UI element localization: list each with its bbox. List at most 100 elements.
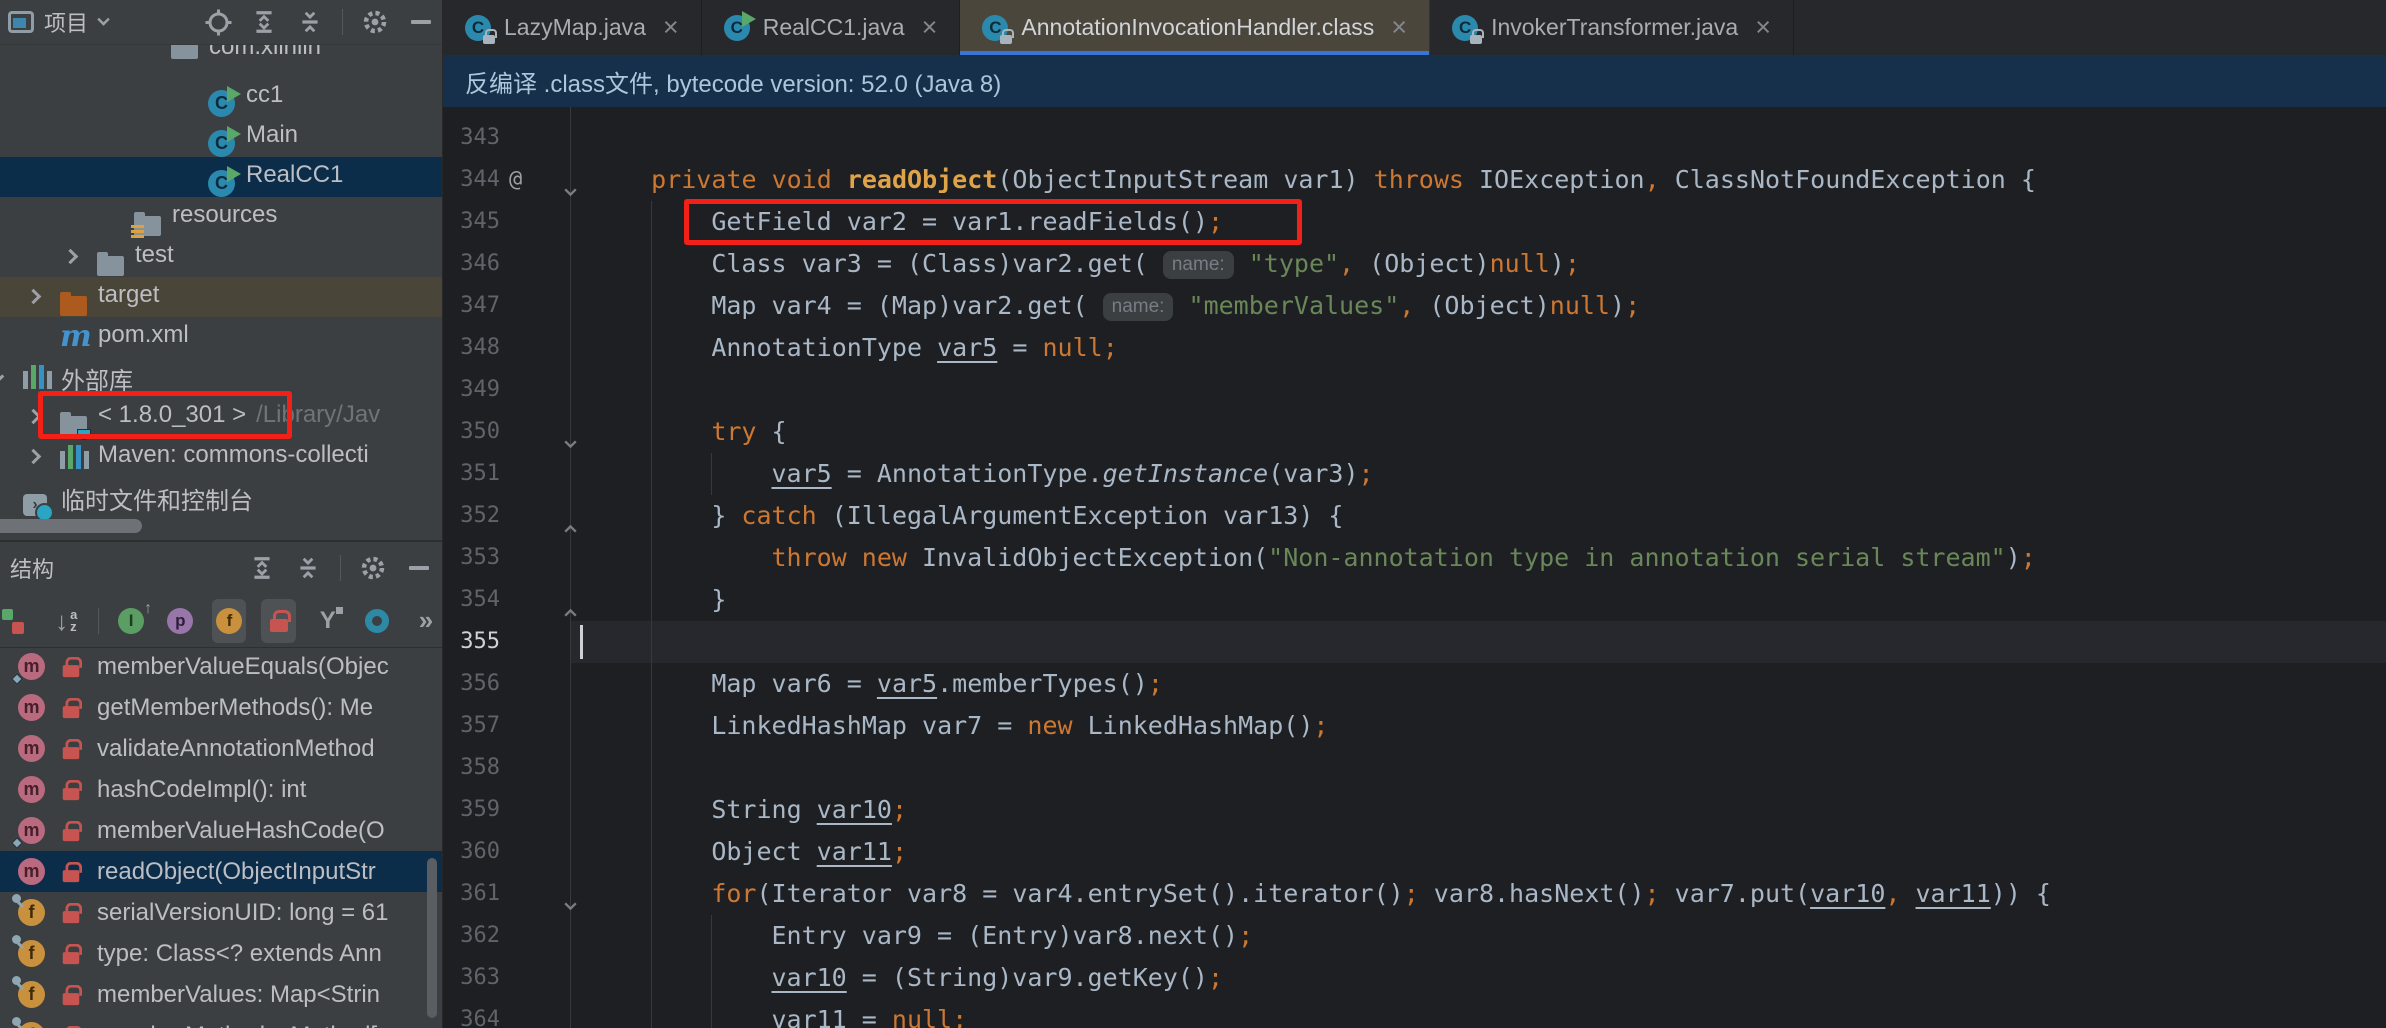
code-line[interactable]: 353throw new InvalidObjectException("Non… xyxy=(443,537,2386,579)
group-hierarchy-button[interactable]: Y xyxy=(311,599,345,643)
code-line[interactable]: 354} xyxy=(443,579,2386,621)
code-line[interactable]: 350try { xyxy=(443,411,2386,453)
code-line[interactable]: 348AnnotationType var5 = null; xyxy=(443,327,2386,369)
code-line[interactable]: 356Map var6 = var5.memberTypes(); xyxy=(443,663,2386,705)
settings-icon[interactable] xyxy=(361,8,389,36)
structure-panel-title[interactable]: 结构 xyxy=(10,552,54,584)
tree-item-com-xilniin[interactable]: com.xilniin xyxy=(0,45,443,67)
line-number[interactable]: 363 xyxy=(443,957,500,999)
line-number[interactable]: 358 xyxy=(443,747,500,789)
sort-alpha-button[interactable]: ↓az xyxy=(49,599,83,643)
code-line[interactable]: 361for(Iterator var8 = var4.entrySet().i… xyxy=(443,873,2386,915)
line-number[interactable]: 361 xyxy=(443,873,500,915)
tree-item-cc1[interactable]: Ccc1 xyxy=(0,77,443,117)
chevron-right-icon[interactable] xyxy=(26,449,42,465)
show-fields-button[interactable]: f xyxy=(212,599,246,643)
show-inherited-button[interactable]: I↑ xyxy=(114,599,148,643)
editor-code-area[interactable]: 343344@private void readObject(ObjectInp… xyxy=(443,107,2386,1028)
line-number[interactable]: 345 xyxy=(443,201,500,243)
tree-item-test[interactable]: test xyxy=(0,237,443,277)
tab-invokertransformer-java[interactable]: CInvokerTransformer.java× xyxy=(1430,0,1794,55)
collapse-all-icon[interactable] xyxy=(296,8,324,36)
settings-icon[interactable] xyxy=(359,554,387,582)
tree-item-main[interactable]: CMain xyxy=(0,117,443,157)
close-icon[interactable]: × xyxy=(1755,14,1771,41)
tree-item-realcc1[interactable]: CRealCC1 xyxy=(0,157,443,197)
code-line[interactable]: 352} catch (IllegalArgumentException var… xyxy=(443,495,2386,537)
structure-vertical-scrollbar[interactable] xyxy=(427,858,437,1018)
structure-item-hashCodeImpl[interactable]: mhashCodeImpl(): int xyxy=(0,769,443,810)
code-line[interactable]: 360Object var11; xyxy=(443,831,2386,873)
line-number[interactable]: 357 xyxy=(443,705,500,747)
structure-item-type[interactable]: ftype: Class<? extends Ann xyxy=(0,933,443,974)
chevron-right-icon[interactable] xyxy=(63,249,79,265)
collapse-all-icon[interactable] xyxy=(294,554,322,582)
code-line[interactable]: 343 xyxy=(443,117,2386,159)
code-line[interactable]: 344@private void readObject(ObjectInputS… xyxy=(443,159,2386,201)
tree-item-pom-xml[interactable]: mpom.xml xyxy=(0,317,443,357)
line-number[interactable]: 347 xyxy=(443,285,500,327)
line-number[interactable]: 360 xyxy=(443,831,500,873)
code-line[interactable]: 346Class var3 = (Class)var2.get( name: "… xyxy=(443,243,2386,285)
code-line[interactable]: 347Map var4 = (Map)var2.get( name: "memb… xyxy=(443,285,2386,327)
locate-icon[interactable] xyxy=(204,8,232,36)
structure-item-memberValueHashCode[interactable]: mmemberValueHashCode(O xyxy=(0,810,443,851)
tree-item-临时文件和控制台[interactable]: ›临时文件和控制台 xyxy=(0,477,443,517)
code-line[interactable]: 362Entry var9 = (Entry)var8.next(); xyxy=(443,915,2386,957)
structure-item-validateAnnotationMethod[interactable]: mvalidateAnnotationMethod xyxy=(0,728,443,769)
line-number[interactable]: 354 xyxy=(443,579,500,621)
close-icon[interactable]: × xyxy=(922,14,938,41)
chevron-down-icon[interactable] xyxy=(0,369,4,385)
structure-item-memberValues[interactable]: fmemberValues: Map<Strin xyxy=(0,974,443,1015)
tree-item-target[interactable]: target xyxy=(0,277,443,317)
structure-item-memberMethods[interactable]: fmemberMethods: Method[ xyxy=(0,1015,443,1028)
visibility-sort-button[interactable] xyxy=(0,599,34,643)
line-number[interactable]: 346 xyxy=(443,243,500,285)
structure-item-serialVersionUID[interactable]: fserialVersionUID: long = 61 xyxy=(0,892,443,933)
code-line[interactable]: 364var11 = null; xyxy=(443,999,2386,1028)
line-number[interactable]: 352 xyxy=(443,495,500,537)
line-number[interactable]: 351 xyxy=(443,453,500,495)
code-line[interactable]: 363var10 = (String)var9.getKey(); xyxy=(443,957,2386,999)
chevron-right-icon[interactable] xyxy=(26,289,42,305)
structure-item-memberValueEquals[interactable]: mmemberValueEquals(Objec xyxy=(0,646,443,687)
code-line[interactable]: 351var5 = AnnotationType.getInstance(var… xyxy=(443,453,2386,495)
line-number[interactable]: 356 xyxy=(443,663,500,705)
tree-item-resources[interactable]: resources xyxy=(0,197,443,237)
close-icon[interactable]: × xyxy=(1391,14,1407,41)
line-number[interactable]: 355 xyxy=(443,621,500,663)
scope-filter-button[interactable] xyxy=(360,599,394,643)
show-non-public-button[interactable] xyxy=(261,599,295,643)
code-line[interactable]: 359String var10; xyxy=(443,789,2386,831)
code-line[interactable]: 357LinkedHashMap var7 = new LinkedHashMa… xyxy=(443,705,2386,747)
line-number[interactable]: 343 xyxy=(443,117,500,159)
expand-all-icon[interactable] xyxy=(248,554,276,582)
tab-annotationinvocationhandler-class[interactable]: CAnnotationInvocationHandler.class× xyxy=(960,0,1430,55)
close-icon[interactable]: × xyxy=(663,14,679,41)
line-number[interactable]: 359 xyxy=(443,789,500,831)
hide-icon[interactable] xyxy=(405,554,433,582)
tree-item-maven-commons-collecti[interactable]: Maven: commons-collecti xyxy=(0,437,443,477)
tab-realcc1-java[interactable]: CRealCC1.java× xyxy=(702,0,961,55)
chevron-down-icon[interactable] xyxy=(97,13,109,25)
expand-all-icon[interactable] xyxy=(250,8,278,36)
show-properties-button[interactable]: p xyxy=(163,599,197,643)
project-panel-title[interactable]: 项目 xyxy=(44,6,88,38)
line-number[interactable]: 344 xyxy=(443,159,500,201)
code-line[interactable]: 358 xyxy=(443,747,2386,789)
code-line[interactable]: 355 xyxy=(443,621,2386,663)
hide-icon[interactable] xyxy=(407,8,435,36)
more-button[interactable]: » xyxy=(409,599,443,643)
tab-lazymap-java[interactable]: CLazyMap.java× xyxy=(443,0,702,55)
line-number[interactable]: 362 xyxy=(443,915,500,957)
structure-item-getMemberMethods[interactable]: mgetMemberMethods(): Me xyxy=(0,687,443,728)
tree-horizontal-scrollbar[interactable] xyxy=(0,519,142,533)
line-number[interactable]: 348 xyxy=(443,327,500,369)
line-number[interactable]: 353 xyxy=(443,537,500,579)
structure-item-readObject[interactable]: mreadObject(ObjectInputStr xyxy=(0,851,443,892)
line-number[interactable]: 364 xyxy=(443,999,500,1028)
line-number[interactable]: 349 xyxy=(443,369,500,411)
code-line[interactable]: 349 xyxy=(443,369,2386,411)
line-number[interactable]: 350 xyxy=(443,411,500,453)
decompile-notification-bar[interactable]: 反编译 .class文件, bytecode version: 52.0 (Ja… xyxy=(443,55,2386,107)
